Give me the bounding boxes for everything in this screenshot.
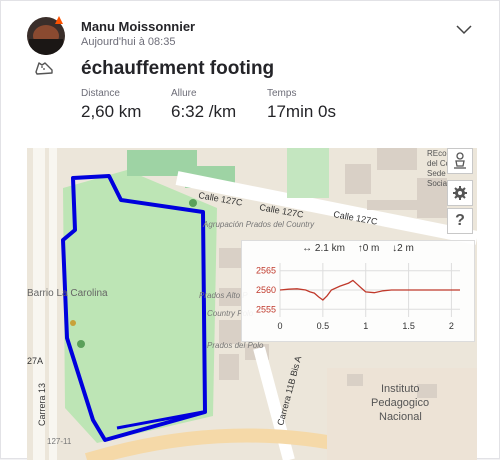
street-view-icon xyxy=(452,152,468,170)
stat-pace: Allure 6:32 /km xyxy=(171,88,236,122)
stat-distance: Distance 2,60 km xyxy=(81,88,141,122)
avatar-shoulders xyxy=(29,39,63,55)
place-label-barrio: Barrio La Carolina xyxy=(27,288,108,299)
post-timestamp: Aujourd'hui à 08:35 xyxy=(81,36,175,48)
place-label-recod-4: Socia xyxy=(427,179,448,188)
elevation-x-tick: 1.5 xyxy=(402,321,415,331)
street-label-27a: 27A xyxy=(27,356,43,366)
elevation-summary: ↔ 2.1 km ↑0 m ↓2 m xyxy=(242,243,474,254)
place-label-recod-3: Sede xyxy=(427,169,446,178)
elevation-gain: ↑0 m xyxy=(358,243,380,254)
elevation-chart: 2565 2560 25550 0.5 1 1.5 2 xyxy=(242,255,474,341)
street-label-127-11: 127-11 xyxy=(47,437,72,446)
place-label-prados-del-polo: Prados del Polo xyxy=(207,341,264,350)
elevation-y-tick: 2555 xyxy=(256,304,276,314)
route-map[interactable]: Calle 127C Calle 127C Calle 127C Carrera… xyxy=(27,148,477,460)
stat-distance-label: Distance xyxy=(81,88,141,99)
street-label-carrera-13: Carrera 13 xyxy=(37,383,47,426)
settings-gear-icon xyxy=(452,185,468,201)
stat-distance-value: 2,60 km xyxy=(81,102,141,122)
elevation-panel: ↔ 2.1 km ↑0 m ↓2 m 2565 2560 25550 0.5 1 1.5 2 xyxy=(241,240,475,342)
elevation-x-tick: 2 xyxy=(449,321,454,331)
place-label-instituto-3: Nacional xyxy=(379,411,422,423)
activity-card: Manu Moissonnier Aujourd'hui à 08:35 éch… xyxy=(0,0,500,459)
elevation-y-tick: 2560 xyxy=(256,285,276,295)
help-icon: ? xyxy=(455,212,465,230)
stat-time: Temps 17min 0s xyxy=(267,88,336,122)
elevation-x-tick: 0.5 xyxy=(317,321,330,331)
place-label-instituto-2: Pedagogico xyxy=(371,397,429,409)
place-label-agrupacion: Agrupación Prados del Country xyxy=(202,220,315,229)
street-view-button[interactable] xyxy=(447,148,473,174)
help-button[interactable]: ? xyxy=(447,208,473,234)
elevation-distance: ↔ 2.1 km xyxy=(302,243,345,254)
elevation-loss: ↓2 m xyxy=(392,243,414,254)
settings-button[interactable] xyxy=(447,180,473,206)
place-label-instituto-1: Instituto xyxy=(381,383,420,395)
running-shoe-icon xyxy=(33,57,55,79)
road-side xyxy=(49,148,57,460)
elevation-x-tick: 1 xyxy=(363,321,368,331)
chevron-down-icon[interactable] xyxy=(455,23,473,37)
elevation-y-tick: 2565 xyxy=(256,266,276,276)
stat-pace-label: Allure xyxy=(171,88,236,99)
user-name[interactable]: Manu Moissonnier xyxy=(81,19,195,34)
elevation-x-tick: 0 xyxy=(277,321,282,331)
subscriber-badge-icon xyxy=(53,14,65,26)
stat-pace-value: 6:32 /km xyxy=(171,102,236,122)
stat-time-value: 17min 0s xyxy=(267,102,336,122)
activity-title[interactable]: échauffement footing xyxy=(81,58,274,80)
stat-time-label: Temps xyxy=(267,88,336,99)
